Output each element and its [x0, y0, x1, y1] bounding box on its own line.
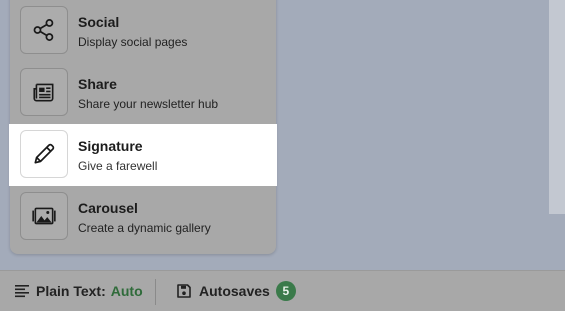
status-bar: Plain Text: Auto Autosaves 5: [0, 270, 565, 311]
menu-item-title: Share: [78, 76, 117, 92]
menu-item-share[interactable]: Share Share your newsletter hub: [10, 62, 276, 124]
newspaper-icon: [20, 68, 68, 116]
menu-item-subtitle: Give a farewell: [78, 159, 158, 173]
menu-item-title: Signature: [78, 138, 143, 154]
plain-text-toggle[interactable]: Plain Text: Auto: [14, 271, 143, 311]
plain-text-value: Auto: [110, 283, 143, 299]
menu-item-title: Carousel: [78, 200, 138, 216]
menu-item-subtitle: Display social pages: [78, 35, 188, 49]
autosaves-label: Autosaves: [199, 283, 270, 299]
editor-canvas-edge: [549, 0, 565, 214]
share-nodes-icon: [20, 6, 68, 54]
menu-item-signature[interactable]: Signature Give a farewell: [9, 124, 277, 186]
menu-item-subtitle: Share your newsletter hub: [78, 97, 219, 111]
autosaves-button[interactable]: Autosaves 5: [176, 271, 296, 311]
plain-text-label: Plain Text:: [36, 283, 106, 299]
menu-item-subtitle: Create a dynamic gallery: [78, 221, 211, 235]
menu-item-title: Social: [78, 14, 120, 30]
pencil-icon: [20, 130, 68, 178]
block-insert-menu: Social Display social pages Share Share …: [9, 0, 277, 254]
menu-item-carousel[interactable]: Carousel Create a dynamic gallery: [10, 186, 276, 248]
menu-item-social[interactable]: Social Display social pages: [10, 0, 276, 62]
save-icon: [177, 284, 191, 298]
align-left-icon: [15, 285, 29, 298]
image-gallery-icon: [20, 192, 68, 240]
status-divider: [155, 279, 156, 305]
autosaves-count-badge: 5: [275, 281, 296, 301]
